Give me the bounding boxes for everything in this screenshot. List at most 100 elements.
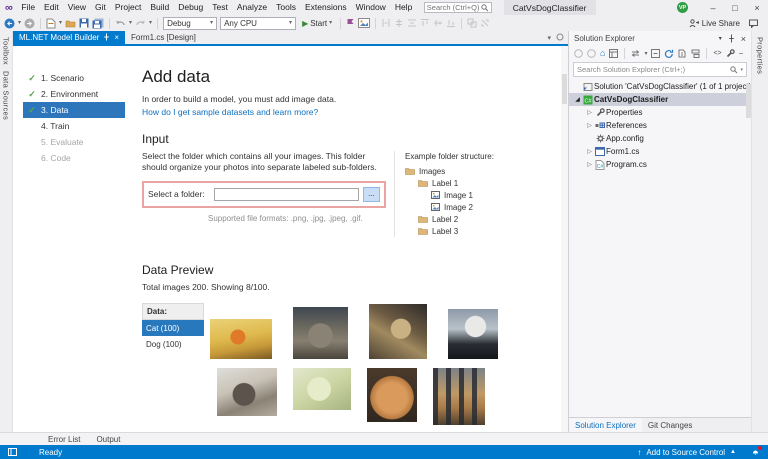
pin-icon[interactable] [103, 33, 110, 43]
new-dropdown-icon[interactable]: ▾ [59, 20, 62, 26]
search-options-icon[interactable]: ▾ [740, 67, 743, 73]
tree-item-app-config[interactable]: App.config [569, 132, 751, 145]
open-folder-icon[interactable] [65, 16, 76, 30]
menu-git[interactable]: Git [90, 0, 110, 15]
solution-tree-scrollbar[interactable] [746, 84, 751, 118]
menu-file[interactable]: File [17, 0, 40, 15]
tree-item-program-cs[interactable]: ▷C#Program.cs [569, 158, 751, 171]
example-node-image-1: Image 1 [405, 189, 494, 201]
se-collapse-all-icon[interactable] [651, 49, 660, 58]
se-home-icon[interactable]: ⌂ [600, 49, 605, 58]
pin-icon[interactable] [728, 34, 735, 43]
menu-bar: FileEditViewGitProjectBuildDebugTestAnal… [17, 0, 417, 15]
background-tasks-icon[interactable] [8, 448, 17, 456]
panel-tab-error-list[interactable]: Error List [48, 435, 80, 444]
side-tab-properties[interactable]: Properties [756, 37, 765, 74]
se-properties-wrench-icon[interactable] [726, 49, 735, 58]
quick-search-box[interactable]: Search (Ctrl+Q) [424, 2, 492, 13]
collapsed-arrow-icon[interactable]: ▷ [585, 161, 594, 168]
close-panel-icon[interactable]: × [741, 34, 746, 44]
step-1-scenario[interactable]: ✓1. Scenario [23, 70, 125, 86]
tree-item-label: References [606, 121, 647, 130]
tree-item-properties[interactable]: ▷Properties [569, 106, 751, 119]
window-position-icon[interactable]: ▾ [719, 35, 722, 42]
tab-options-icon[interactable] [556, 33, 564, 43]
document-scrollbar[interactable] [561, 46, 568, 432]
se-refresh-icon[interactable] [664, 49, 674, 59]
profiler-icon[interactable] [346, 16, 355, 30]
side-tab-data-sources[interactable]: Data Sources [2, 71, 11, 120]
collapsed-arrow-icon[interactable]: ▷ [585, 122, 594, 129]
maximize-button[interactable]: □ [724, 0, 746, 15]
notifications-button[interactable] [751, 447, 760, 458]
sample-datasets-link[interactable]: How do I get sample datasets and learn m… [142, 107, 318, 117]
menu-view[interactable]: View [63, 0, 90, 15]
expanded-arrow-icon[interactable]: ◢ [573, 96, 582, 103]
new-project-icon[interactable] [46, 16, 56, 30]
menu-build[interactable]: Build [146, 0, 174, 15]
se-nest-icon[interactable] [691, 49, 700, 58]
menu-debug[interactable]: Debug [174, 0, 208, 15]
tree-item-references[interactable]: ▷ References [569, 119, 751, 132]
se-dropdown-icon[interactable]: ▾ [644, 50, 647, 57]
tree-item-form1-cs[interactable]: ▷Form1.cs [569, 145, 751, 158]
live-share-label[interactable]: Live Share [702, 19, 740, 28]
save-all-icon[interactable] [92, 16, 104, 30]
class-row-cat-100[interactable]: Cat (100) [142, 320, 204, 336]
close-tab-icon[interactable]: × [114, 33, 119, 42]
navigate-forward-icon[interactable] [24, 16, 35, 30]
preview-image [217, 368, 277, 416]
platform-dropdown[interactable]: Any CPU ▾ [220, 17, 296, 30]
back-dropdown-icon[interactable]: ▾ [18, 20, 21, 26]
collapsed-arrow-icon[interactable]: ▷ [585, 148, 594, 155]
menu-test[interactable]: Test [208, 0, 233, 15]
folder-path-input[interactable] [214, 188, 359, 201]
start-debug-button[interactable]: ▶ Start ▾ [299, 19, 335, 28]
solution-search-box[interactable]: Search Solution Explorer (Ctrl+;) ▾ [573, 62, 747, 77]
image-watch-icon[interactable] [358, 16, 370, 30]
check-icon: ✓ [23, 105, 41, 116]
menu-window[interactable]: Window [351, 0, 390, 15]
minimize-button[interactable]: – [702, 0, 724, 15]
add-to-source-control-button[interactable]: Add to Source Control [646, 448, 725, 457]
tool-tab-solution-explorer[interactable]: Solution Explorer [569, 418, 642, 432]
menu-extensions[interactable]: Extensions [300, 0, 351, 15]
save-icon[interactable] [79, 16, 89, 30]
browse-folder-button[interactable]: ... [363, 187, 380, 202]
close-button[interactable]: × [746, 0, 768, 15]
se-sync-icon[interactable] [631, 49, 640, 58]
class-row-dog-100[interactable]: Dog (100) [142, 336, 204, 352]
step-3-data[interactable]: ✓3. Data [23, 102, 125, 118]
se-minus-icon[interactable]: − [739, 49, 744, 58]
tree-item-catvsdogclassifier[interactable]: ◢C#CatVsDogClassifier [569, 93, 751, 106]
menu-help[interactable]: Help [390, 0, 416, 15]
feedback-icon[interactable] [749, 19, 758, 28]
se-show-all-files-icon[interactable] [678, 49, 687, 58]
se-switch-views-icon[interactable] [609, 49, 618, 58]
side-tab-toolbox[interactable]: Toolbox [2, 37, 11, 65]
menu-tools[interactable]: Tools [272, 0, 301, 15]
doc-tab-ml-net-model-builder[interactable]: ML.NET Model Builder× [13, 31, 125, 44]
account-avatar[interactable]: VP [677, 2, 688, 13]
menu-analyze[interactable]: Analyze [232, 0, 271, 15]
notification-badge [758, 446, 762, 450]
panel-tab-output[interactable]: Output [96, 435, 120, 444]
se-forward-icon [587, 49, 596, 58]
collapsed-arrow-icon[interactable]: ▷ [585, 109, 594, 116]
debug-target-dropdown[interactable]: Debug ▾ [163, 17, 217, 30]
scrollbar-thumb[interactable] [562, 74, 567, 104]
doc-tab-form1-cs-design[interactable]: Form1.cs [Design] [125, 31, 202, 44]
intro-text: In order to build a model, you must add … [142, 94, 554, 104]
active-files-dropdown-icon[interactable]: ▾ [547, 34, 551, 42]
menu-edit[interactable]: Edit [40, 0, 64, 15]
step-2-environment[interactable]: ✓2. Environment [23, 86, 125, 102]
menu-project[interactable]: Project [110, 0, 145, 15]
navigate-back-icon[interactable] [4, 16, 15, 30]
step-4-train[interactable]: 4. Train [23, 118, 125, 134]
bottom-panel-tabs: Error List Output [0, 432, 768, 445]
input-description: Select the folder which contains all you… [142, 151, 386, 174]
se-code-icon[interactable]: <> [713, 50, 721, 57]
tree-item-solution-catvsdogclassifier-1-of-1-project[interactable]: Solution 'CatVsDogClassifier' (1 of 1 pr… [569, 80, 751, 93]
tool-tab-git-changes[interactable]: Git Changes [642, 418, 698, 432]
source-control-caret-icon[interactable]: ▲ [730, 449, 736, 455]
